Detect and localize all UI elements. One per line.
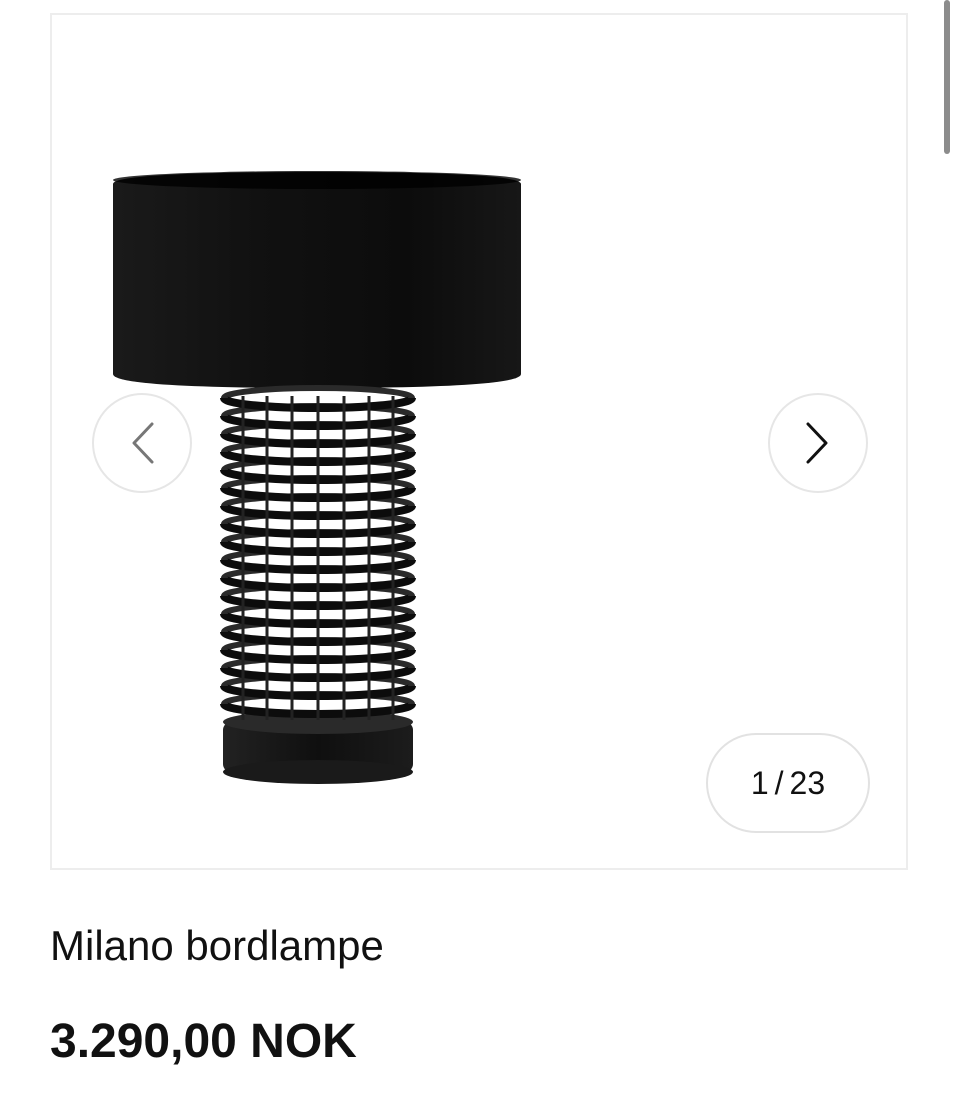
product-price: 3.290,00 NOK [50,1015,357,1068]
previous-image-button[interactable] [92,393,192,493]
image-counter-total: 23 [789,764,826,801]
image-counter-current: 1 [750,764,769,801]
image-counter: 1 / 23 [706,733,870,833]
next-image-button[interactable] [768,393,868,493]
chevron-left-icon [132,422,154,464]
product-title: Milano bordlampe [50,922,384,969]
image-counter-separator: / [774,764,784,801]
scrollbar[interactable] [944,0,950,154]
product-gallery: 1 / 23 [50,13,908,870]
chevron-right-icon [806,422,828,464]
